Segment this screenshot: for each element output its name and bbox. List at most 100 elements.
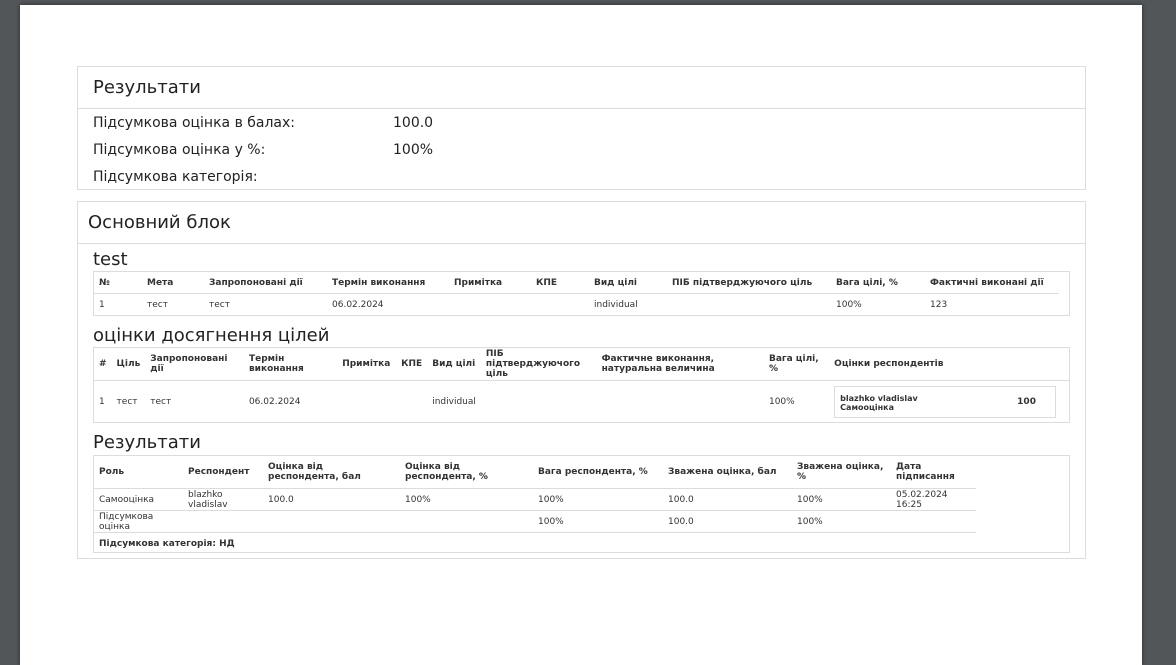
results-cell: blazhko vladislav [188,489,228,510]
goals-heading: test [93,249,128,270]
assessments-header: Вид цілі [432,359,476,369]
assessments-header: Фактичне виконання, натуральна величина [601,354,715,374]
respondent-name-role: blazhko vladislav Самооцінка [840,394,918,412]
results-cell [263,511,400,533]
results-header: Вага респондента, % [538,467,648,477]
respondent-role: Самооцінка [840,402,894,412]
goals-header: № [99,277,110,288]
respondent-scores-cell: blazhko vladislav Самооцінка 100 [829,381,1069,423]
assessments-cell [597,381,764,423]
goals-cell: тест [209,299,230,310]
assessments-header: Термін виконання [248,354,304,374]
results-header: Дата підписання [896,462,955,482]
goals-cell: тест [147,299,168,310]
respondent-score: 100 [1017,396,1036,407]
results-header-row: Роль Респондент Оцінка від респондента, … [94,456,976,489]
goals-cell: 100% [836,299,862,310]
main-block-title-text: Основний блок [88,212,231,233]
goals-header-row: № Мета Запропоновані дії Термін виконанн… [94,272,1059,294]
goals-header: Вид цілі [594,277,638,288]
results-cell: 100.0 [268,494,294,505]
summary-row-category: Підсумкова категорія: [78,163,1085,190]
assessments-header: Примітка [342,359,391,369]
goals-cell: 123 [930,299,948,310]
assessments-row: 1 тест тест 06.02.2024 individual 100% b… [94,381,1069,423]
goals-header: Примітка [454,277,503,288]
summary-value: 100% [393,142,434,158]
results-heading: Результати [93,432,201,453]
assessments-header: # [99,359,107,369]
results-table: Роль Респондент Оцінка від респондента, … [94,456,976,554]
assessments-cell: 100% [768,396,795,407]
goals-header: Мета [147,277,174,288]
goals-cell: 1 [99,299,105,310]
goals-table: № Мета Запропоновані дії Термін виконанн… [94,272,1059,315]
goals-cell [531,294,589,316]
goals-cell: individual [594,299,638,310]
assessments-header: Оцінки респондентів [834,359,944,369]
results-cell: 100% [405,494,431,505]
summary-label: Підсумкова оцінка у %: [93,142,266,158]
assessments-header: ПІБ підтверджуючого ціль [485,349,581,379]
results-header: Роль [99,467,125,477]
results-cell: 100% [797,494,823,505]
respondent-score-card: blazhko vladislav Самооцінка 100 [834,385,1057,418]
assessments-cell [396,381,427,423]
main-block-panel: Основний блок test № Мета Запропоновані … [77,201,1086,559]
assessments-cell [337,381,396,423]
assessments-cell: 06.02.2024 [248,396,301,407]
assessments-heading: оцінки досягнення цілей [93,325,330,346]
goals-cell: 06.02.2024 [332,299,384,310]
results-header: Зважена оцінка, бал [668,467,777,477]
assessments-table-box: # Ціль Запропоновані дії Термін виконанн… [93,347,1070,423]
goals-header: КПЕ [536,277,558,288]
results-cell: Самооцінка [99,494,155,505]
goals-header: ПІБ підтверджуючого ціль [672,277,813,288]
results-header: Зважена оцінка, % [797,462,884,482]
assessments-header-row: # Ціль Запропоновані дії Термін виконанн… [94,348,1069,381]
assessments-header: КПЕ [401,359,423,369]
goals-row: 1 тест тест 06.02.2024 individual 100% 1… [94,294,1059,316]
assessments-table: # Ціль Запропоновані дії Термін виконанн… [94,348,1069,422]
main-block-title: Основний блок [78,202,1085,244]
results-category: Підсумкова категорія: НД [99,538,235,549]
results-cell: 100% [538,516,564,527]
summary-label: Підсумкова категорія: [93,169,258,185]
results-cell: Підсумкова оцінка [99,511,154,532]
goals-cell [667,294,831,316]
results-cell [183,511,263,533]
results-row: Самооцінка blazhko vladislav 100.0 100% … [94,489,976,511]
results-header: Респондент [188,467,250,477]
assessments-cell: 1 [99,396,105,407]
assessments-header: Ціль [116,359,141,369]
results-header: Оцінка від респондента, % [405,462,488,482]
goals-header: Фактичні виконані дії [930,277,1044,288]
goals-table-box: № Мета Запропоновані дії Термін виконанн… [93,271,1070,316]
summary-value: 100.0 [393,115,434,131]
summary-row-percent: Підсумкова оцінка у %: 100% [78,136,1085,163]
goals-header: Термін виконання [332,277,426,288]
results-summary-panel: Результати Підсумкова оцінка в балах: 10… [77,66,1086,190]
results-cell: 100.0 [668,494,694,505]
assessments-cell: individual [432,396,476,407]
results-cell: 100% [538,494,564,505]
results-row: Підсумкова оцінка 100% 100.0 100% [94,511,976,533]
goals-cell [449,294,531,316]
respondent-name: blazhko vladislav [840,393,918,403]
results-cell: 100.0 [668,516,694,527]
assessments-header: Запропоновані дії [150,354,228,374]
goals-header: Запропоновані дії [209,277,303,288]
results-cell [891,511,976,533]
results-cell: 100% [797,516,823,527]
assessments-cell: тест [150,396,172,407]
assessments-cell [481,381,597,423]
results-cell [400,511,533,533]
assessments-cell: тест [116,396,138,407]
document-page: Результати Підсумкова оцінка в балах: 10… [20,5,1142,665]
goals-header: Вага цілі, % [836,277,898,288]
results-summary-title: Результати [78,67,1085,109]
results-header: Оцінка від респондента, бал [268,462,361,482]
assessments-header: Вага цілі, % [768,354,819,374]
summary-label: Підсумкова оцінка в балах: [93,115,296,131]
results-cell: 05.02.2024 16:25 [896,489,948,510]
